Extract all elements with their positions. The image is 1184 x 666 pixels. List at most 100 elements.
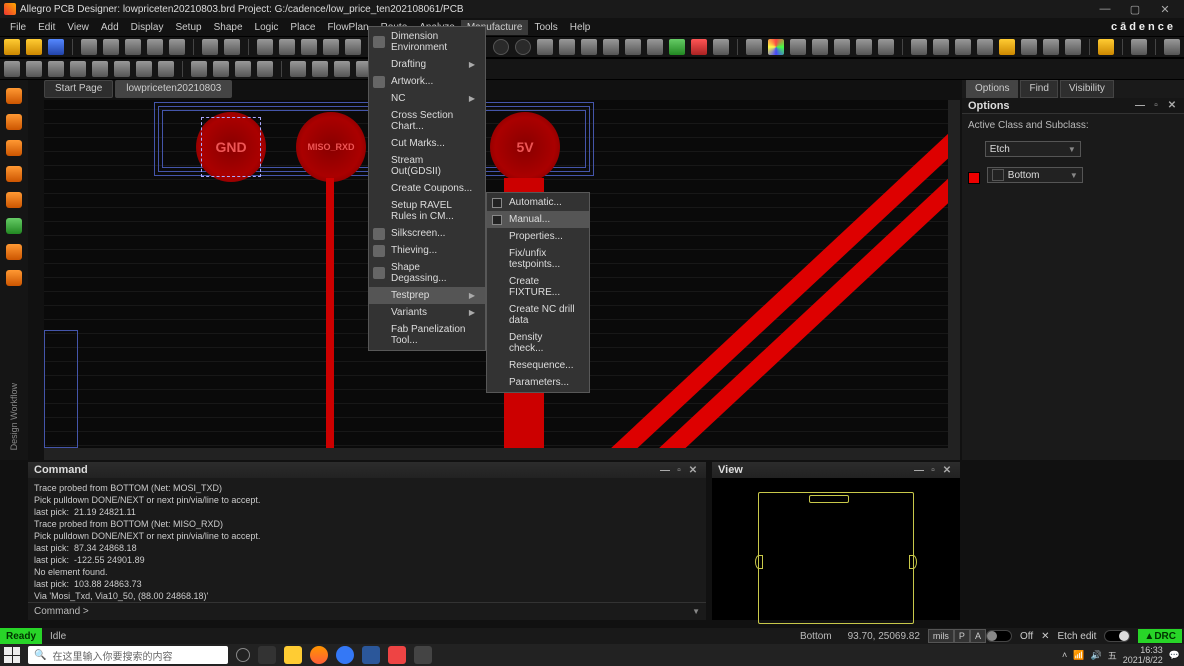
tb-zoom-in[interactable] <box>537 39 553 55</box>
menu-item[interactable]: Testprep▶ <box>369 287 485 304</box>
app-icon-navy[interactable] <box>362 646 380 664</box>
menu-item[interactable]: Artwork... <box>369 73 485 90</box>
tb-zoom-fit[interactable] <box>581 39 597 55</box>
menu-file[interactable]: File <box>4 20 32 35</box>
pad[interactable]: GND <box>196 112 266 182</box>
panel-restore-icon[interactable]: ▫ <box>926 465 940 476</box>
tb-rect2[interactable] <box>323 39 339 55</box>
panel-minimize-icon[interactable]: — <box>1134 100 1146 111</box>
tb-report2[interactable] <box>856 39 872 55</box>
drc-badge[interactable]: ▲ DRC <box>1138 629 1182 643</box>
panel-tab-find[interactable]: Find <box>1020 80 1057 98</box>
menu-item[interactable]: Shape Degassing... <box>369 259 485 287</box>
submenu-item[interactable]: Density check... <box>487 329 589 357</box>
menu-item[interactable]: Setup RAVEL Rules in CM... <box>369 197 485 225</box>
tb-next[interactable] <box>713 39 729 55</box>
wf-btn-4[interactable] <box>6 166 22 182</box>
menu-view[interactable]: View <box>61 20 95 35</box>
tb-report3[interactable] <box>878 39 894 55</box>
submenu-item[interactable]: Create FIXTURE... <box>487 273 589 301</box>
menu-item[interactable]: Drafting▶ <box>369 56 485 73</box>
panel-minimize-icon[interactable]: — <box>912 465 926 476</box>
submenu-item[interactable]: Parameters... <box>487 374 589 391</box>
menu-place[interactable]: Place <box>284 20 321 35</box>
tb-vis5[interactable] <box>999 39 1015 55</box>
maximize-button[interactable]: ▢ <box>1120 3 1150 16</box>
tb2-5[interactable] <box>92 61 108 77</box>
panel-close-icon[interactable]: ✕ <box>686 465 700 476</box>
tb-new[interactable] <box>4 39 20 55</box>
start-button[interactable] <box>4 647 20 663</box>
tb-color[interactable] <box>768 39 784 55</box>
pad[interactable]: MISO_RXD <box>296 112 366 182</box>
tb-open[interactable] <box>26 39 42 55</box>
menu-item[interactable]: Cut Marks... <box>369 135 485 152</box>
taskview-icon[interactable] <box>258 646 276 664</box>
taskbar-search[interactable]: 🔍 在这里输入你要搜索的内容 <box>28 646 228 664</box>
tb2-4[interactable] <box>70 61 86 77</box>
notification-icon[interactable]: 💬 <box>1169 650 1180 661</box>
tb-layers2[interactable] <box>812 39 828 55</box>
tb-zoom-circle2[interactable] <box>515 39 531 55</box>
allegro-taskbar-icon[interactable] <box>388 646 406 664</box>
tb-pin[interactable] <box>202 39 218 55</box>
tb-zoom-sel[interactable] <box>625 39 641 55</box>
menu-item[interactable]: Fab Panelization Tool... <box>369 321 485 349</box>
panel-restore-icon[interactable]: ▫ <box>1150 100 1162 111</box>
tb-vis3[interactable] <box>955 39 971 55</box>
tb-redo[interactable] <box>169 39 185 55</box>
tb2-9[interactable] <box>191 61 207 77</box>
wf-btn-1[interactable] <box>6 88 22 104</box>
subclass-color-swatch[interactable] <box>968 172 980 184</box>
tb2-7[interactable] <box>136 61 152 77</box>
menu-item[interactable]: Silkscreen... <box>369 225 485 242</box>
submenu-item[interactable]: Manual... <box>487 211 589 228</box>
wf-btn-3[interactable] <box>6 140 22 156</box>
tb2-15[interactable] <box>334 61 350 77</box>
tb-undo[interactable] <box>147 39 163 55</box>
submenu-item[interactable]: Resequence... <box>487 357 589 374</box>
menu-item[interactable]: Cross Section Chart... <box>369 107 485 135</box>
trace[interactable] <box>326 178 334 448</box>
wf-btn-6[interactable] <box>6 218 22 234</box>
tb-line2[interactable] <box>279 39 295 55</box>
submenu-item[interactable]: Create NC drill data <box>487 301 589 329</box>
tb-move[interactable] <box>81 39 97 55</box>
tb-vis4[interactable] <box>977 39 993 55</box>
tb-vis6[interactable] <box>1021 39 1037 55</box>
command-input[interactable]: Command > ▼ <box>28 602 706 620</box>
tb-rect3[interactable] <box>345 39 361 55</box>
panel-restore-icon[interactable]: ▫ <box>672 465 686 476</box>
close-button[interactable]: ✕ <box>1150 3 1180 16</box>
tb-vis2[interactable] <box>933 39 949 55</box>
tb2-14[interactable] <box>312 61 328 77</box>
menu-item[interactable]: Thieving... <box>369 242 485 259</box>
menu-display[interactable]: Display <box>125 20 170 35</box>
panel-tab-options[interactable]: Options <box>966 80 1018 98</box>
tb-copy[interactable] <box>103 39 119 55</box>
tb-zoom-circle1[interactable] <box>493 39 509 55</box>
app-icon-dark[interactable] <box>414 646 432 664</box>
menu-help[interactable]: Help <box>564 20 597 35</box>
tb2-3[interactable] <box>48 61 64 77</box>
tb2-12[interactable] <box>257 61 273 77</box>
subclass-select[interactable]: Bottom ▼ <box>987 167 1083 183</box>
panel-tab-visibility[interactable]: Visibility <box>1060 80 1114 98</box>
tb-view1[interactable] <box>746 39 762 55</box>
wf-btn-5[interactable] <box>6 192 22 208</box>
tb2-1[interactable] <box>4 61 20 77</box>
tb-unpin[interactable] <box>224 39 240 55</box>
tray-volume-icon[interactable]: 🔊 <box>1091 650 1102 661</box>
tb-help[interactable] <box>1098 39 1114 55</box>
explorer-icon[interactable] <box>284 646 302 664</box>
panel-close-icon[interactable]: ✕ <box>940 465 954 476</box>
status-p-button[interactable]: P <box>954 629 970 643</box>
tb-save[interactable] <box>48 39 64 55</box>
canvas-scrollbar-vertical[interactable] <box>948 100 960 460</box>
toggle-etch[interactable] <box>1104 630 1130 642</box>
cortana-icon[interactable] <box>236 648 250 662</box>
status-units[interactable]: mils <box>928 629 954 643</box>
tb-rect1[interactable] <box>301 39 317 55</box>
menu-tools[interactable]: Tools <box>528 20 563 35</box>
menu-shape[interactable]: Shape <box>208 20 249 35</box>
